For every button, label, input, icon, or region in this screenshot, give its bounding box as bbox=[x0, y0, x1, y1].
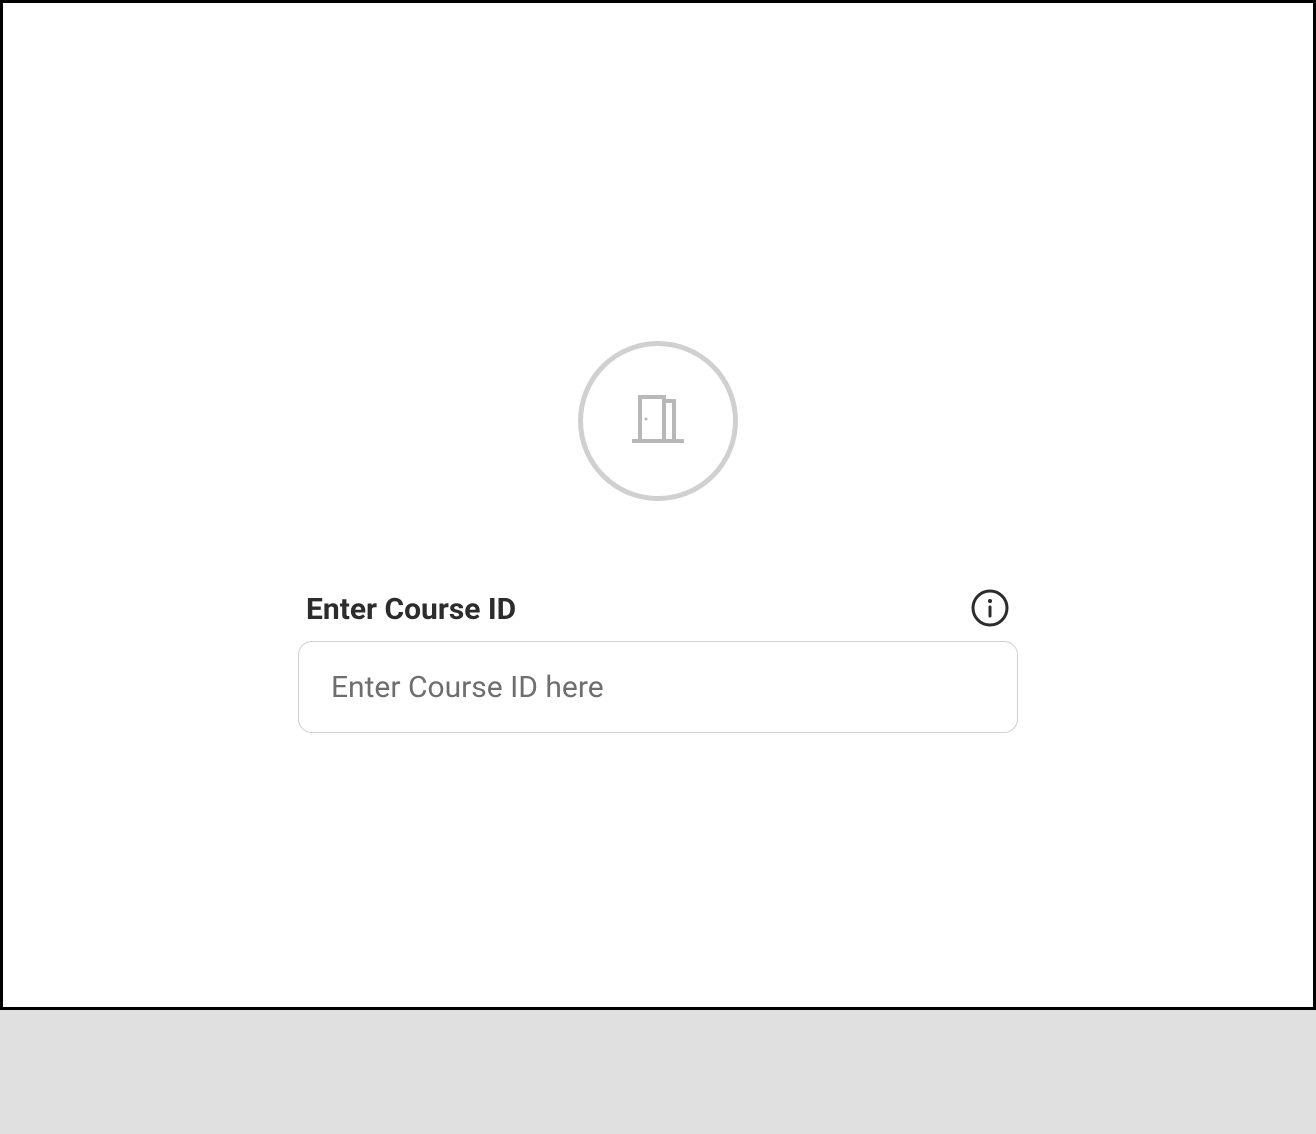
course-id-input[interactable] bbox=[298, 641, 1018, 733]
course-id-label: Enter Course ID bbox=[306, 592, 516, 627]
main-frame: Enter Course ID bbox=[0, 0, 1316, 1010]
course-id-label-row: Enter Course ID bbox=[298, 589, 1018, 629]
door-icon bbox=[630, 391, 686, 451]
info-icon bbox=[970, 588, 1010, 631]
hero-icon-circle bbox=[578, 341, 738, 501]
info-button[interactable] bbox=[970, 589, 1010, 629]
